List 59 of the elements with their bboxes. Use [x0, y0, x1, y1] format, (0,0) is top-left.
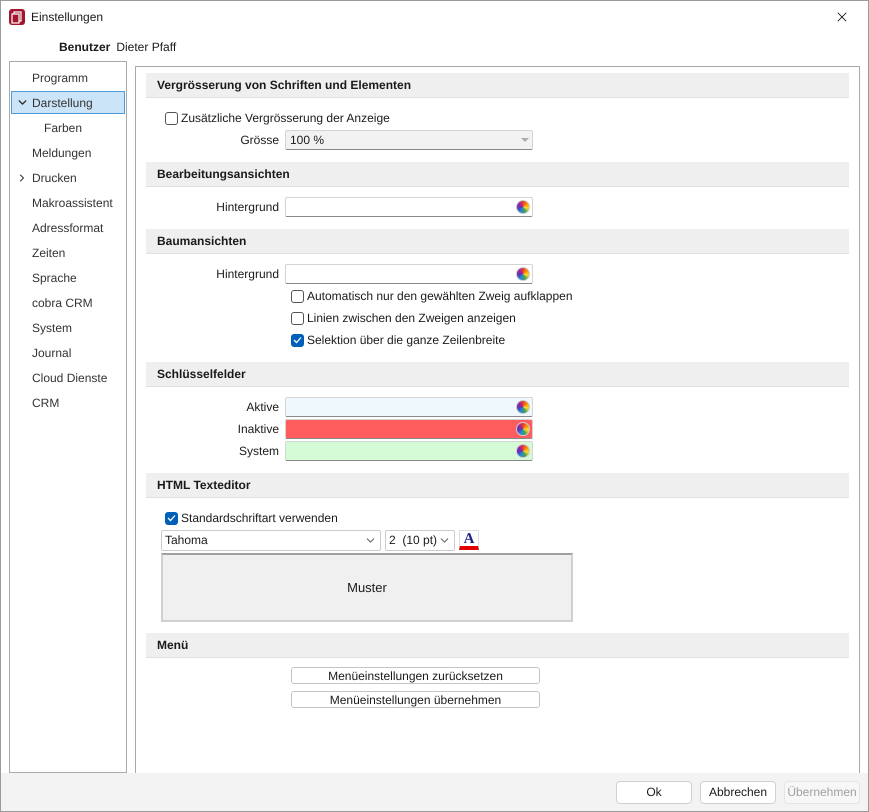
app-icon — [9, 9, 25, 25]
color-field[interactable] — [285, 397, 533, 417]
checkbox[interactable] — [165, 112, 178, 124]
color-field[interactable] — [285, 264, 533, 284]
color-field[interactable] — [285, 441, 533, 461]
color-wheel-icon[interactable] — [516, 200, 530, 214]
checkbox-label: Linien zwischen den Zweigen anzeigen — [307, 311, 516, 325]
sidebar-item[interactable]: Zeiten — [11, 241, 125, 264]
checkbox-label: Automatisch nur den gewählten Zweig aufklappen — [307, 289, 572, 303]
color-field[interactable] — [285, 419, 533, 439]
color-field[interactable] — [285, 197, 533, 217]
font-preview: Muster — [161, 553, 573, 622]
sidebar-item[interactable]: Meldungen — [11, 141, 125, 164]
section-header: Schlüsselfelder — [146, 362, 849, 387]
checkbox-label: Zusätzliche Vergrösserung der Anzeige — [181, 111, 390, 125]
section-header: Menü — [146, 633, 849, 658]
sidebar-item[interactable]: Adressformat — [11, 216, 125, 239]
user-label: Benutzer — [59, 40, 110, 54]
dialog-button[interactable]: Abbrechen — [700, 780, 776, 804]
sidebar-item[interactable]: Programm — [11, 66, 125, 89]
checkbox[interactable] — [291, 290, 304, 302]
sidebar-item[interactable]: Sprache — [11, 266, 125, 289]
checkbox-label: Selektion über die ganze Zeilenbreite — [307, 333, 506, 347]
field-label: Hintergrund — [215, 200, 280, 214]
field-label: System — [238, 444, 280, 458]
sidebar-item[interactable]: Farben — [11, 116, 125, 139]
section-header: HTML Texteditor — [146, 473, 849, 498]
checkbox[interactable] — [165, 512, 178, 524]
dialog-button[interactable]: Ok — [616, 780, 692, 804]
font-color-button[interactable]: A — [459, 530, 479, 550]
checkbox-label: Standardschriftart verwenden — [181, 511, 338, 525]
font-size-dropdown[interactable]: 2 (10 pt) — [385, 530, 455, 550]
color-wheel-icon[interactable] — [516, 267, 530, 281]
sidebar-item[interactable]: Drucken — [11, 166, 125, 189]
sidebar-item[interactable]: Makroassistent — [11, 191, 125, 214]
font-dropdown[interactable]: Tahoma — [161, 530, 381, 550]
color-wheel-icon[interactable] — [516, 400, 530, 414]
section-header: Baumansichten — [146, 229, 849, 254]
window-title: Einstellungen — [31, 10, 104, 24]
menu-button[interactable]: Menüeinstellungen übernehmen — [291, 691, 540, 708]
checkbox[interactable] — [291, 312, 304, 324]
menu-button[interactable]: Menüeinstellungen zurücksetzen — [291, 667, 540, 684]
sidebar-item[interactable]: System — [11, 316, 125, 339]
user-name: Dieter Pfaff — [116, 40, 176, 54]
field-label: Aktive — [245, 400, 280, 414]
color-wheel-icon[interactable] — [516, 422, 530, 436]
sidebar-item[interactable]: Journal — [11, 341, 125, 364]
color-wheel-icon[interactable] — [516, 444, 530, 458]
sidebar-item[interactable]: Cloud Dienste — [11, 366, 125, 389]
section-header: Bearbeitungsansichten — [146, 162, 849, 187]
sidebar-item[interactable]: cobra CRM — [11, 291, 125, 314]
field-label: Inaktive — [236, 422, 280, 436]
field-label: Grösse — [239, 133, 280, 147]
sidebar-item[interactable]: Darstellung — [11, 91, 125, 114]
dropdown-arrow-icon — [520, 137, 530, 143]
sidebar-item[interactable]: CRM — [11, 391, 125, 414]
section-header: Vergrösserung von Schriften und Elementen — [146, 73, 849, 98]
field-label: Hintergrund — [215, 267, 280, 281]
checkbox[interactable] — [291, 334, 304, 346]
